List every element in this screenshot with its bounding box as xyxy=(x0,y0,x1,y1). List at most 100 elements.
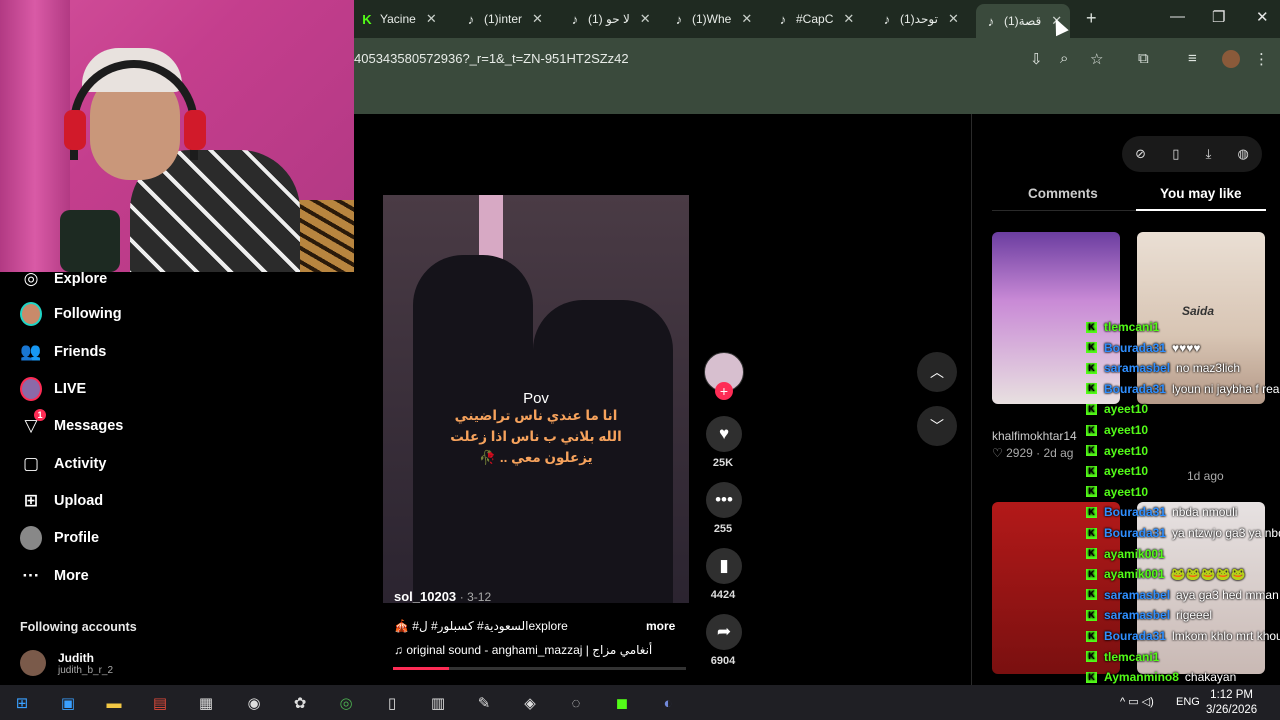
following-account-item[interactable]: Judith judith_b_r_2 xyxy=(20,650,113,676)
bookmark-icon[interactable]: ▮ xyxy=(706,548,742,584)
tab-la-hawl[interactable]: ♪ (1) لا حو ✕ xyxy=(568,6,651,32)
sidebar-item-following[interactable]: Following xyxy=(20,302,122,326)
sidebar-item-messages[interactable]: ▽ 1 Messages xyxy=(20,409,124,437)
new-tab-button[interactable]: + xyxy=(1086,8,1097,29)
app-icon[interactable]: ▦ xyxy=(196,693,216,713)
compass-icon: ◎ xyxy=(23,269,39,288)
sidebar-item-friends[interactable]: 👥 Friends xyxy=(20,341,106,363)
media-control-icon[interactable]: ≡ xyxy=(1188,50,1197,67)
tab-comments[interactable]: Comments xyxy=(1028,186,1098,201)
app-icon-4[interactable]: ✎ xyxy=(474,693,494,713)
tab-yacine[interactable]: K Yacine ✕ xyxy=(360,6,437,32)
profile-avatar[interactable]: ◍ xyxy=(1238,146,1249,162)
app-icon-3[interactable]: ▥ xyxy=(428,693,448,713)
windows-start-icon[interactable]: ⊞ xyxy=(12,693,32,713)
close-icon[interactable]: ✕ xyxy=(948,11,959,27)
kick-icon: K xyxy=(1086,362,1097,374)
next-video-button[interactable]: ﹀ xyxy=(917,406,957,446)
window-close-icon[interactable]: ✕ xyxy=(1256,8,1269,26)
maximize-icon[interactable]: ❐ xyxy=(1212,8,1225,26)
kick-icon: K xyxy=(1086,342,1097,354)
system-clock[interactable]: 1:12 PM 3/26/2026 xyxy=(1206,688,1257,718)
previous-video-button[interactable]: ︿ xyxy=(917,352,957,392)
video-sound[interactable]: ♫ original sound - anghami_mazzaj | أنغا… xyxy=(394,643,652,657)
sidebar-item-label: Messages xyxy=(54,418,124,434)
browser-tabbar: K Yacine ✕ ♪ (1)inter ✕ ♪ (1) لا حو ✕ ♪ … xyxy=(354,0,1280,38)
zoom-icon[interactable]: ⌕ xyxy=(1060,50,1068,67)
save-action[interactable]: ▮ 4424 xyxy=(706,548,742,601)
store-icon[interactable]: ▣ xyxy=(58,693,78,713)
video-overlay-pov: Pov xyxy=(523,390,549,407)
clock-time: 1:12 PM xyxy=(1210,689,1253,701)
obs-icon[interactable]: ◉ xyxy=(244,693,264,713)
app-icon-5[interactable]: ◈ xyxy=(520,693,540,713)
comment-action[interactable]: ••• 255 xyxy=(706,482,742,535)
kick-icon: K xyxy=(1086,383,1097,395)
kick-app-icon[interactable]: ◼ xyxy=(612,693,632,713)
download-icon[interactable]: ⤓ xyxy=(1206,146,1212,162)
tab-tawahud[interactable]: ♪ (1)توحد ✕ xyxy=(880,6,959,32)
menu-icon[interactable]: ⋮ xyxy=(1254,50,1269,68)
url-field[interactable]: 405343580572936?_r=1&_t=ZN-951HT2SZz42 xyxy=(354,51,629,66)
follow-plus-button[interactable]: + xyxy=(715,382,733,400)
extensions-icon[interactable]: ⧉ xyxy=(1138,50,1149,67)
voice-app-icon[interactable]: ▤ xyxy=(150,693,170,713)
chat-text: ♥♥♥♥ xyxy=(1172,340,1201,355)
sidebar-item-profile[interactable]: Profile xyxy=(20,526,99,550)
profile-avatar xyxy=(20,526,42,550)
language-indicator[interactable]: ENG xyxy=(1176,696,1200,708)
tab-you-may-like[interactable]: You may like xyxy=(1160,186,1242,201)
microphone xyxy=(60,210,120,272)
sidebar-item-activity[interactable]: ▢ Activity xyxy=(20,453,106,475)
taskbar: ⊞ ▣ ▬ ▤ ▦ ◉ ✿ ◎ ▯ ▥ ✎ ◈ ◌ ◼ ◐ ^ ▭ ◁) ENG… xyxy=(0,685,1280,720)
sidebar-item-more[interactable]: ··· More xyxy=(20,565,89,587)
chat-text: nbda nmouli xyxy=(1172,505,1238,520)
install-app-icon[interactable]: ⇩ xyxy=(1030,50,1043,68)
minimize-icon[interactable]: — xyxy=(1170,8,1185,25)
chat-text: lmkom khlo mrt khou xyxy=(1172,629,1280,643)
share-icon[interactable]: ➦ xyxy=(706,614,742,650)
chat-message: Kayeet10 xyxy=(1086,400,1154,418)
close-icon[interactable]: ✕ xyxy=(741,11,752,27)
bookmark-star-icon[interactable]: ☆ xyxy=(1090,50,1103,68)
close-icon[interactable]: ✕ xyxy=(843,11,854,27)
device-icon[interactable]: ▯ xyxy=(1172,146,1179,162)
tab-inter[interactable]: ♪ (1)inter ✕ xyxy=(464,6,543,32)
suggested-user[interactable]: khalfimokhtar14 xyxy=(992,429,1077,443)
webcam-overlay xyxy=(0,0,354,272)
sidebar-item-explore[interactable]: ◎ Explore xyxy=(20,268,108,290)
sidebar-item-live[interactable]: LIVE xyxy=(20,377,86,401)
close-icon[interactable]: ✕ xyxy=(426,11,437,27)
caption-more-button[interactable]: more xyxy=(646,619,675,633)
share-count: 6904 xyxy=(710,655,736,667)
close-icon[interactable]: ✕ xyxy=(532,11,543,27)
share-action[interactable]: ➦ 6904 xyxy=(706,614,742,667)
heart-icon[interactable]: ♥ xyxy=(706,416,742,452)
music-note-icon: ♫ xyxy=(394,643,407,657)
author-name[interactable]: sol_10203 xyxy=(394,589,456,604)
chat-username: ayeet10 xyxy=(1104,464,1149,479)
sound-label: original sound - anghami_mazzaj | أنغامي… xyxy=(406,643,653,657)
video-author[interactable]: sol_10203 · 3-12 xyxy=(394,589,491,604)
video-progress-bar[interactable] xyxy=(393,667,686,670)
tab-whe[interactable]: ♪ (1)Whe ✕ xyxy=(672,6,753,32)
file-explorer-icon[interactable]: ▬ xyxy=(104,693,124,713)
sidebar-item-upload[interactable]: ⊞ Upload xyxy=(20,490,103,512)
video-player[interactable]: Pov انا ما عندي ناس تراضيني الله بلاني ب… xyxy=(383,195,689,603)
float-icon[interactable]: ⊘ xyxy=(1135,146,1146,162)
app-icon-6[interactable]: ◌ xyxy=(566,693,586,713)
video-caption[interactable]: 🎪 #السعودية# كسبلور# لexplore xyxy=(394,619,568,633)
notepad-icon[interactable]: ▯ xyxy=(382,693,402,713)
tray-icons[interactable]: ^ ▭ ◁) xyxy=(1120,695,1154,708)
like-action[interactable]: ♥ 25K xyxy=(706,416,742,469)
profile-avatar[interactable] xyxy=(1222,50,1240,68)
save-count: 4424 xyxy=(710,589,736,601)
comment-icon[interactable]: ••• xyxy=(706,482,742,518)
close-icon[interactable]: ✕ xyxy=(640,11,651,27)
chrome-icon[interactable]: ◎ xyxy=(336,693,356,713)
discord-icon[interactable]: ◐ xyxy=(658,693,678,713)
video-date: · 3-12 xyxy=(459,590,492,604)
tab-capcut[interactable]: ♪ #CapC ✕ xyxy=(776,6,855,32)
app-icon-2[interactable]: ✿ xyxy=(290,693,310,713)
tab-label: (1)Whe xyxy=(692,12,732,26)
